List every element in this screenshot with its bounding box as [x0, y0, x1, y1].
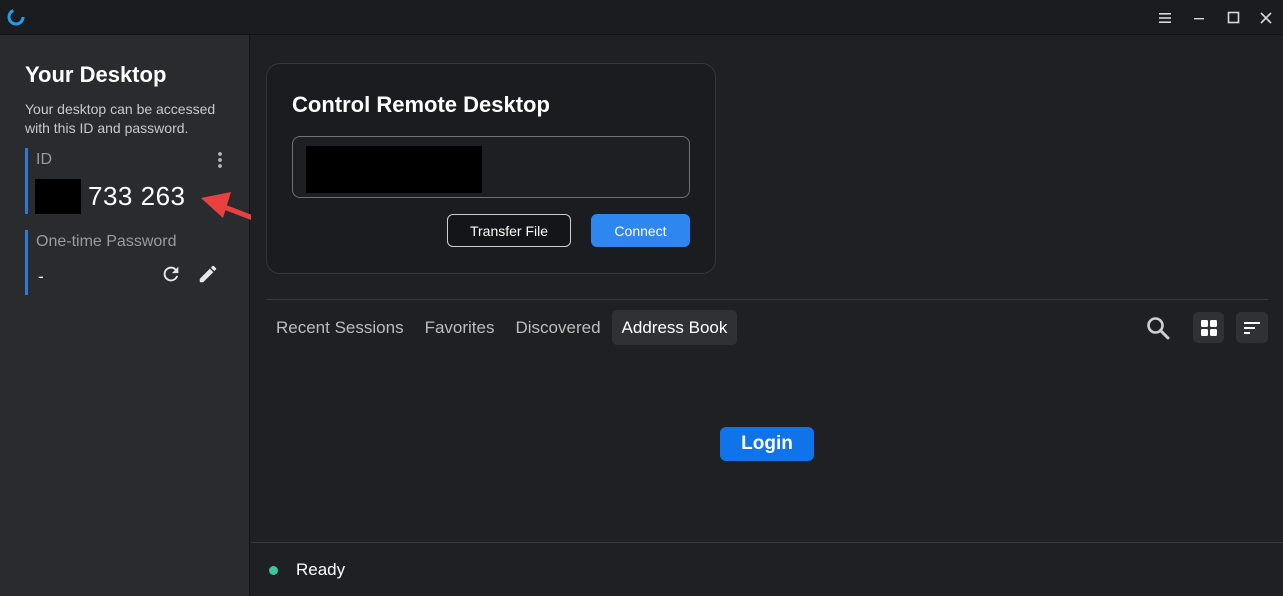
connect-button[interactable]: Connect — [591, 214, 690, 247]
refresh-icon[interactable] — [160, 263, 182, 285]
login-button[interactable]: Login — [720, 427, 814, 461]
redacted-id-block — [35, 179, 81, 214]
control-remote-card: Control Remote Desktop Transfer File Con… — [266, 63, 716, 274]
redacted-input-block — [306, 146, 482, 193]
search-icon[interactable] — [1145, 315, 1171, 341]
tab-discovered[interactable]: Discovered — [506, 310, 611, 345]
grid-view-button[interactable] — [1193, 312, 1224, 343]
menu-icon — [1159, 12, 1171, 23]
maximize-icon — [1227, 11, 1239, 24]
tab-address-book[interactable]: Address Book — [611, 310, 738, 345]
maximize-button[interactable] — [1216, 0, 1250, 35]
id-label: ID — [36, 151, 52, 168]
status-text: Ready — [296, 560, 346, 579]
app-window: Your Desktop Your desktop can be accesse… — [0, 0, 1283, 596]
peer-tabs: Recent Sessions Favorites Discovered Add… — [266, 310, 738, 345]
sidebar: Your Desktop Your desktop can be accesse… — [0, 35, 250, 596]
tab-recent-sessions[interactable]: Recent Sessions — [266, 310, 414, 345]
id-section: ID 733 263 — [25, 148, 225, 214]
status-bar: Ready — [251, 542, 1283, 596]
sort-icon — [1244, 321, 1260, 334]
sidebar-title: Your Desktop — [25, 62, 167, 87]
tab-favorites[interactable]: Favorites — [415, 310, 505, 345]
section-divider — [266, 299, 1268, 300]
card-title: Control Remote Desktop — [292, 92, 550, 117]
close-button[interactable] — [1249, 0, 1283, 35]
id-value: 733 263 — [88, 181, 186, 211]
password-label: One-time Password — [36, 233, 177, 250]
sidebar-description: Your desktop can be accessed with this I… — [25, 101, 216, 136]
main-panel: Control Remote Desktop Transfer File Con… — [251, 35, 1283, 542]
minimize-button[interactable] — [1182, 0, 1216, 35]
minimize-icon — [1194, 17, 1204, 19]
remote-id-input[interactable] — [292, 136, 690, 198]
sort-button[interactable] — [1236, 312, 1268, 343]
menu-button[interactable] — [1148, 0, 1182, 35]
edit-pencil-icon[interactable] — [196, 263, 220, 285]
close-icon — [1260, 11, 1272, 24]
password-section: One-time Password - — [25, 230, 225, 295]
more-options-icon[interactable] — [214, 150, 226, 170]
title-bar — [0, 0, 1283, 35]
app-logo-icon — [7, 8, 25, 26]
status-indicator — [269, 566, 278, 575]
transfer-file-button[interactable]: Transfer File — [447, 214, 571, 247]
grid-view-icon — [1200, 319, 1217, 336]
password-value: - — [38, 267, 44, 286]
